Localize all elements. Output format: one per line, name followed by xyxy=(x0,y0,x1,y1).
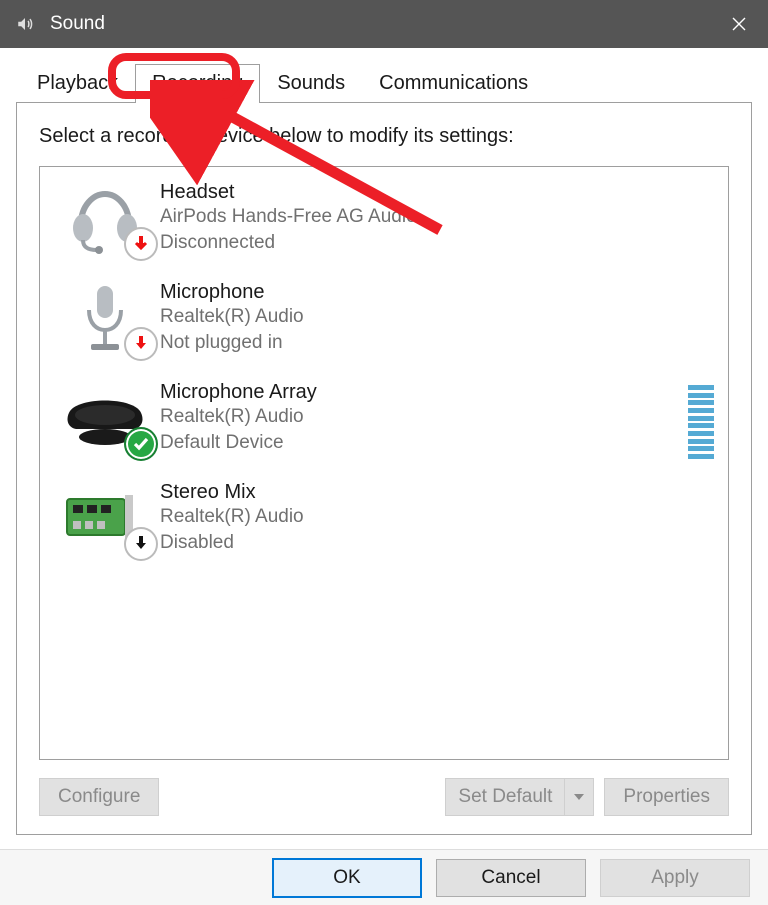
close-icon xyxy=(731,16,747,32)
ok-button[interactable]: OK xyxy=(272,858,422,898)
tab-recording[interactable]: Recording xyxy=(135,64,260,103)
device-name: Stereo Mix xyxy=(160,481,720,504)
apply-button[interactable]: Apply xyxy=(600,859,750,897)
device-driver: Realtek(R) Audio xyxy=(160,504,720,530)
panel-footer: Configure Set Default Properties xyxy=(39,778,729,816)
properties-button[interactable]: Properties xyxy=(604,778,729,816)
device-name: Microphone xyxy=(160,281,720,304)
tab-playback[interactable]: Playback xyxy=(20,64,135,102)
microphone-icon xyxy=(50,279,160,359)
level-meter xyxy=(688,385,714,459)
app-icon xyxy=(14,13,36,35)
set-default-button[interactable]: Set Default xyxy=(445,778,594,816)
headset-icon xyxy=(50,179,160,259)
set-default-dropdown[interactable] xyxy=(564,779,593,815)
tab-communications[interactable]: Communications xyxy=(362,64,545,102)
mic-array-icon xyxy=(50,379,160,459)
device-row[interactable]: Microphone Realtek(R) Audio Not plugged … xyxy=(46,273,724,373)
device-status: Default Device xyxy=(160,430,680,456)
stereo-mix-icon xyxy=(50,479,160,559)
close-button[interactable] xyxy=(716,0,762,48)
tab-panel: Select a recording device below to modif… xyxy=(16,102,752,835)
device-name: Microphone Array xyxy=(160,381,680,404)
device-driver: Realtek(R) Audio xyxy=(160,404,680,430)
titlebar: Sound xyxy=(0,0,768,48)
status-badge-unavailable xyxy=(124,227,158,261)
status-badge-disabled xyxy=(124,527,158,561)
device-row[interactable]: Headset AirPods Hands-Free AG Audio Disc… xyxy=(46,173,724,273)
device-list: Headset AirPods Hands-Free AG Audio Disc… xyxy=(39,166,729,760)
device-status: Disconnected xyxy=(160,230,720,256)
chevron-down-icon xyxy=(573,791,585,803)
device-driver: AirPods Hands-Free AG Audio xyxy=(160,204,720,230)
status-badge-unavailable xyxy=(124,327,158,361)
status-badge-default xyxy=(124,427,158,461)
device-driver: Realtek(R) Audio xyxy=(160,304,720,330)
device-row[interactable]: Microphone Array Realtek(R) Audio Defaul… xyxy=(46,373,724,473)
device-name: Headset xyxy=(160,181,720,204)
window-title: Sound xyxy=(50,13,716,35)
configure-button[interactable]: Configure xyxy=(39,778,159,816)
device-row[interactable]: Stereo Mix Realtek(R) Audio Disabled xyxy=(46,473,724,573)
set-default-label: Set Default xyxy=(446,779,564,815)
dialog-footer: OK Cancel Apply xyxy=(0,849,768,905)
panel-caption: Select a recording device below to modif… xyxy=(39,125,729,148)
device-status: Not plugged in xyxy=(160,330,720,356)
tab-sounds[interactable]: Sounds xyxy=(260,64,362,102)
tab-strip: Playback Recording Sounds Communications xyxy=(20,64,752,102)
cancel-button[interactable]: Cancel xyxy=(436,859,586,897)
device-status: Disabled xyxy=(160,530,720,556)
